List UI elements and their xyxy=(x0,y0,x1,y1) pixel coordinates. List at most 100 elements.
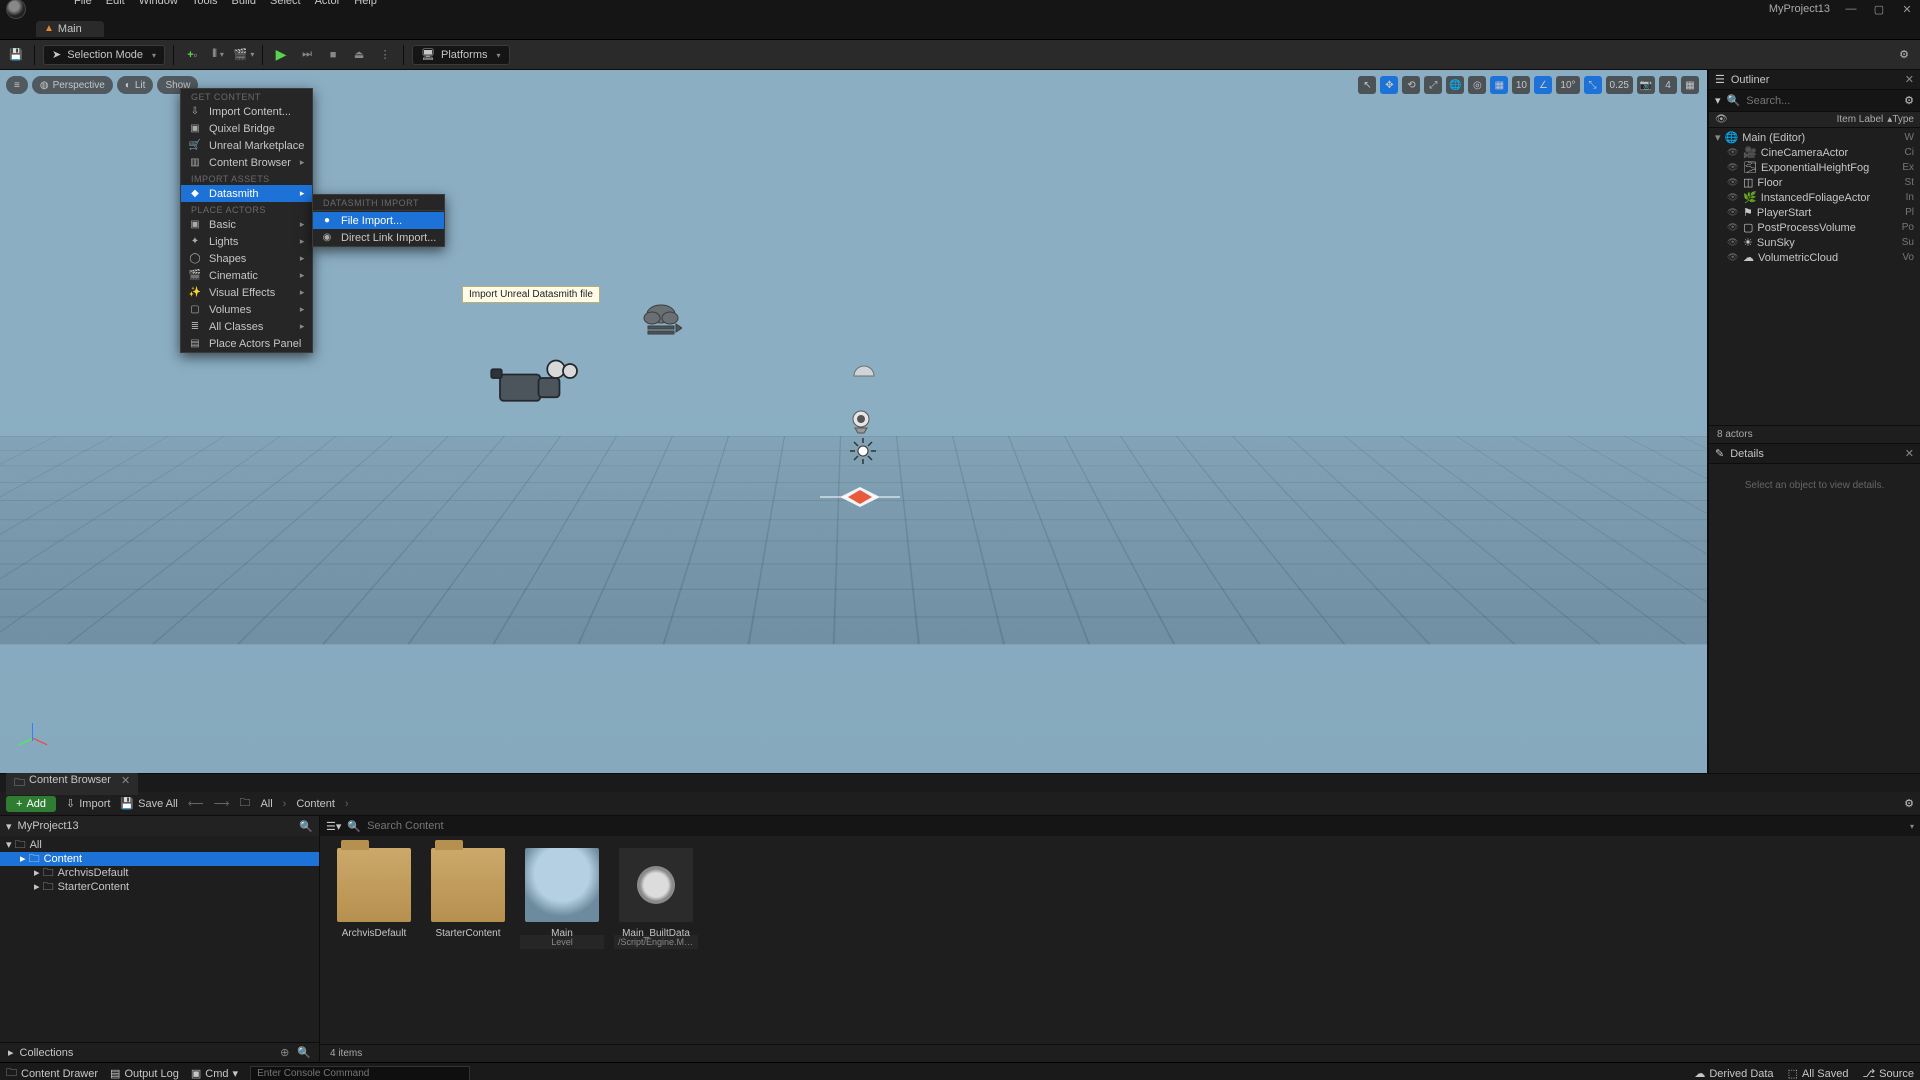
menu-cinematic[interactable]: 🎬Cinematic▸ xyxy=(181,267,312,284)
collection-add-icon[interactable]: ⊕ xyxy=(280,1046,289,1059)
menu-file[interactable]: File xyxy=(74,0,92,9)
cine-camera-actor-icon[interactable] xyxy=(490,350,580,420)
camera-speed-value[interactable]: 4 xyxy=(1659,76,1677,94)
history-fwd-button[interactable]: ⟶ xyxy=(214,797,230,810)
cmd-dropdown[interactable]: ▣ Cmd ▾ xyxy=(191,1067,238,1080)
window-close-button[interactable]: ✕ xyxy=(1900,3,1914,16)
derived-data-button[interactable]: ☁ Derived Data xyxy=(1694,1067,1773,1080)
cb-settings-button[interactable]: ⚙ xyxy=(1904,797,1914,810)
viewport-options-button[interactable]: ≡ xyxy=(6,76,28,94)
outliner-row[interactable]: 👁🌫ExponentialHeightFogEx xyxy=(1709,160,1920,175)
angle-snap-toggle[interactable]: ∠ xyxy=(1534,76,1552,94)
content-browser-close-button[interactable]: ✕ xyxy=(121,774,130,793)
details-close-button[interactable]: ✕ xyxy=(1905,447,1914,460)
add-button[interactable]: +Add xyxy=(6,796,56,812)
outliner-tab[interactable]: ☰ Outliner ✕ xyxy=(1709,70,1920,90)
rotate-tool[interactable]: ⟲ xyxy=(1402,76,1420,94)
collection-search-icon[interactable]: 🔍 xyxy=(297,1046,311,1059)
translate-tool[interactable]: ✥ xyxy=(1380,76,1398,94)
content-drawer-button[interactable]: 🗀 Content Drawer xyxy=(6,1064,98,1080)
skip-button[interactable]: ⏭ xyxy=(297,45,317,65)
level-tab-main[interactable]: ▲ Main xyxy=(36,21,104,37)
asset-search-input[interactable] xyxy=(367,820,1901,832)
outliner-row[interactable]: 👁☀SunSkySu xyxy=(1709,235,1920,250)
camera-speed-icon[interactable]: 📷 xyxy=(1637,76,1655,94)
menu-quixel-bridge[interactable]: ▣Quixel Bridge xyxy=(181,120,312,137)
scale-snap-toggle[interactable]: ⤡ xyxy=(1584,76,1602,94)
asset-filter-button[interactable]: ☰▾ xyxy=(326,820,341,833)
menu-window[interactable]: Window xyxy=(139,0,178,9)
menu-tools[interactable]: Tools xyxy=(192,0,218,9)
menu-place-actors-panel[interactable]: ▤Place Actors Panel xyxy=(181,335,312,352)
outliner-row[interactable]: 👁☁VolumetricCloudVo xyxy=(1709,250,1920,265)
filter-icon[interactable]: ▾ xyxy=(1715,94,1721,107)
sequence-dropdown[interactable]: 🎬 xyxy=(234,45,254,65)
outliner-column-header[interactable]: 👁Item Label ▴ Type xyxy=(1709,112,1920,128)
breadcrumb-content[interactable]: Content xyxy=(296,798,335,810)
source-control-button[interactable]: ⎇ Source xyxy=(1862,1067,1914,1080)
asset-item[interactable]: MainLevel xyxy=(520,848,604,949)
player-start-icon[interactable] xyxy=(810,482,910,515)
menu-content-browser[interactable]: ▥Content Browser▸ xyxy=(181,154,312,171)
play-button[interactable]: ▶ xyxy=(271,45,291,65)
window-maximize-button[interactable]: ▢ xyxy=(1872,3,1886,16)
outliner-row[interactable]: 👁🎥CineCameraActorCi xyxy=(1709,145,1920,160)
platforms-dropdown[interactable]: 🖥 Platforms xyxy=(412,45,509,65)
outliner-row[interactable]: 👁🌿InstancedFoliageActorIn xyxy=(1709,190,1920,205)
grid-snap-toggle[interactable]: ▦ xyxy=(1490,76,1508,94)
output-log-button[interactable]: ▤ Output Log xyxy=(110,1067,179,1080)
viewport-perspective-dropdown[interactable]: ◍ Perspective xyxy=(32,76,113,94)
play-options-button[interactable]: ⋮ xyxy=(375,45,395,65)
add-content-button[interactable]: +▫ xyxy=(182,45,202,65)
settings-button[interactable]: ⚙ xyxy=(1894,45,1914,65)
console-input[interactable] xyxy=(250,1066,470,1080)
viewport[interactable]: ≡ ◍ Perspective ◐ Lit Show ↖ ✥ ⟲ ⤢ 🌐 ◎ ▦… xyxy=(0,70,1708,773)
coord-space-toggle[interactable]: 🌐 xyxy=(1446,76,1464,94)
angle-snap-value[interactable]: 10° xyxy=(1556,76,1579,94)
menu-shapes[interactable]: ◯Shapes▸ xyxy=(181,250,312,267)
submenu-file-import[interactable]: ●File Import... xyxy=(313,212,444,229)
window-minimize-button[interactable]: — xyxy=(1844,3,1858,15)
menu-visual-effects[interactable]: ✨Visual Effects▸ xyxy=(181,284,312,301)
menu-unreal-marketplace[interactable]: 🛒Unreal Marketplace xyxy=(181,137,312,154)
grid-snap-value[interactable]: 10 xyxy=(1512,76,1530,94)
volumetric-cloud-icon[interactable] xyxy=(640,302,682,343)
outliner-search-input[interactable] xyxy=(1746,95,1898,107)
menu-all-classes[interactable]: ≣All Classes▸ xyxy=(181,318,312,335)
eject-button[interactable]: ⏏ xyxy=(349,45,369,65)
menu-build[interactable]: Build xyxy=(232,0,256,9)
outliner-row[interactable]: 👁⚑PlayerStartPl xyxy=(1709,205,1920,220)
viewport-layout-button[interactable]: ▦ xyxy=(1681,76,1699,94)
collections-row[interactable]: ▸Collections ⊕🔍 xyxy=(0,1042,319,1062)
outliner-close-button[interactable]: ✕ xyxy=(1905,73,1914,86)
details-tab[interactable]: ✎ Details ✕ xyxy=(1709,444,1920,464)
viewport-lit-dropdown[interactable]: ◐ Lit xyxy=(117,76,154,94)
menu-edit[interactable]: Edit xyxy=(106,0,125,9)
outliner-row[interactable]: 👁▢PostProcessVolumePo xyxy=(1709,220,1920,235)
menu-actor[interactable]: Actor xyxy=(315,0,341,9)
menu-help[interactable]: Help xyxy=(354,0,377,9)
submenu-direct-link[interactable]: ◉Direct Link Import... xyxy=(313,229,444,246)
source-row[interactable]: ▾ 🗀All xyxy=(0,838,319,852)
menu-datasmith[interactable]: ◆Datasmith▸ xyxy=(181,185,312,202)
import-button[interactable]: ⇩ Import xyxy=(66,797,110,810)
menu-select[interactable]: Select xyxy=(270,0,301,9)
directional-light-icon[interactable] xyxy=(848,408,874,437)
selection-mode-dropdown[interactable]: ➤ Selection Mode xyxy=(43,45,165,65)
breadcrumb-all[interactable]: All xyxy=(260,798,272,810)
stop-button[interactable]: ■ xyxy=(323,45,343,65)
asset-search-options[interactable] xyxy=(1907,820,1914,832)
surface-snap-toggle[interactable]: ◎ xyxy=(1468,76,1486,94)
scale-tool[interactable]: ⤢ xyxy=(1424,76,1442,94)
menu-volumes[interactable]: ▢Volumes▸ xyxy=(181,301,312,318)
asset-item[interactable]: ArchvisDefault xyxy=(332,848,416,939)
blueprint-dropdown[interactable]: ⫴ xyxy=(208,45,228,65)
save-button[interactable]: 💾 xyxy=(6,45,26,65)
scale-snap-value[interactable]: 0.25 xyxy=(1606,76,1633,94)
collapse-sources-icon[interactable]: ▾ xyxy=(6,820,12,833)
select-tool[interactable]: ↖ xyxy=(1358,76,1376,94)
history-back-button[interactable]: ⟵ xyxy=(188,797,204,810)
outliner-row[interactable]: 👁◫FloorSt xyxy=(1709,175,1920,190)
menu-lights[interactable]: ✦Lights▸ xyxy=(181,233,312,250)
asset-item[interactable]: StarterContent xyxy=(426,848,510,939)
